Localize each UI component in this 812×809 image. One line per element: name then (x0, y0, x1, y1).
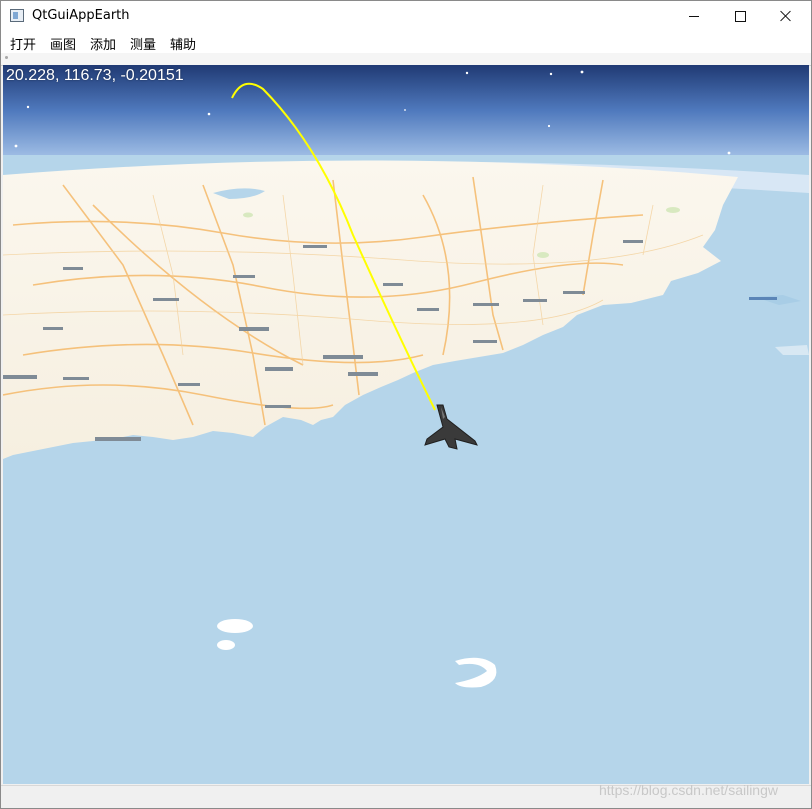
toolbar-grip-icon[interactable] (5, 56, 8, 59)
maximize-button[interactable] (717, 1, 763, 31)
window-title: QtGuiAppEarth (32, 8, 130, 23)
maximize-icon (734, 10, 746, 22)
coordinate-readout: 20.228, 116.73, -0.20151 (6, 67, 184, 84)
minimize-button[interactable] (671, 1, 717, 31)
menu-measure[interactable]: 测量 (128, 34, 158, 53)
island (217, 640, 235, 650)
earth-scene[interactable] (3, 65, 809, 784)
watermark: https://blog.csdn.net/sailingw (599, 782, 778, 798)
menu-open[interactable]: 打开 (8, 34, 38, 53)
menu-draw[interactable]: 画图 (48, 34, 78, 53)
menu-add[interactable]: 添加 (88, 34, 118, 53)
menu-bar: 打开 画图 添加 测量 辅助 (1, 31, 811, 53)
title-bar[interactable]: QtGuiAppEarth (1, 1, 811, 31)
app-window-icon[interactable] (10, 9, 24, 22)
menu-assist[interactable]: 辅助 (168, 34, 198, 53)
earth-viewport[interactable]: 20.228, 116.73, -0.20151 (3, 65, 809, 784)
minimize-icon (689, 15, 699, 17)
close-button[interactable] (763, 1, 809, 31)
app-window: QtGuiAppEarth 打开 画图 添加 测量 辅助 20.228, 116… (0, 0, 812, 809)
close-icon (780, 10, 792, 22)
island (217, 619, 253, 633)
